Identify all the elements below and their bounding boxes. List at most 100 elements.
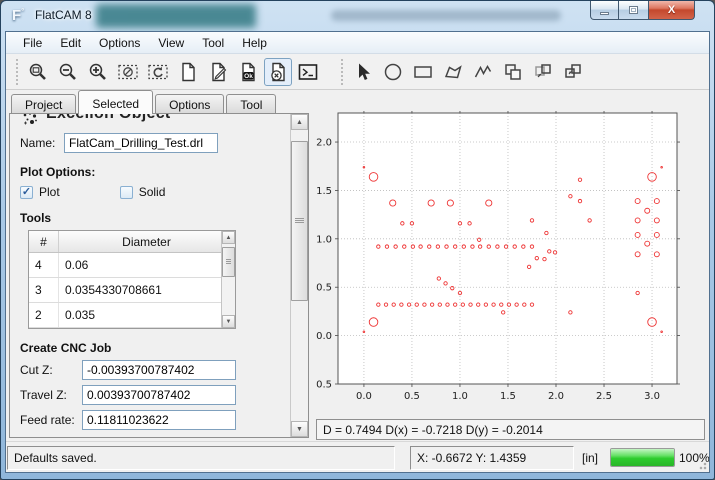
close-icon: X <box>668 4 675 16</box>
toolbar: Ok <box>6 54 709 90</box>
tools-table: # Diameter 4 0.06 3 0.0354330708661 2 0.… <box>28 230 236 329</box>
background-window-blur <box>96 4 256 28</box>
delete-object-button[interactable] <box>264 58 292 86</box>
zoom-fit-icon <box>27 61 49 83</box>
col-header-number[interactable]: # <box>29 231 59 252</box>
polyline-icon <box>472 61 494 83</box>
replot-button[interactable] <box>144 58 172 86</box>
plot-svg[interactable]: 0.00.51.01.52.02.53.0-0.50.00.51.01.52.0 <box>316 111 706 417</box>
app-logo-icon: F° <box>12 7 30 25</box>
open-project-button[interactable] <box>204 58 232 86</box>
zoom-in-button[interactable] <box>84 58 112 86</box>
new-project-button[interactable] <box>174 58 202 86</box>
clear-plot-button[interactable] <box>114 58 142 86</box>
svg-text:0.5: 0.5 <box>404 391 420 402</box>
zoom-in-icon <box>87 61 109 83</box>
solid-checkbox[interactable] <box>120 186 133 199</box>
svg-text:0.0: 0.0 <box>316 331 332 342</box>
col-header-diameter[interactable]: Diameter <box>59 231 235 252</box>
name-label: Name: <box>20 136 64 150</box>
table-row[interactable]: 4 0.06 <box>29 253 235 278</box>
menu-help[interactable]: Help <box>233 33 276 53</box>
scroll-up-icon[interactable]: ▲ <box>222 231 235 244</box>
draw-path-button[interactable] <box>469 58 497 86</box>
scroll-down-icon[interactable]: ▼ <box>291 421 308 437</box>
svg-text:0.5: 0.5 <box>316 283 332 294</box>
close-button[interactable]: X <box>648 1 695 20</box>
feed-rate-input[interactable] <box>82 410 236 430</box>
circle-icon <box>382 61 404 83</box>
plot-options-label: Plot Options: <box>20 165 286 179</box>
document-ok-icon: Ok <box>237 61 259 83</box>
panel-scrollbar-thumb[interactable] <box>291 141 308 301</box>
copy-geometry-button[interactable] <box>529 58 557 86</box>
save-project-button[interactable]: Ok <box>234 58 262 86</box>
plot-checkbox[interactable]: ✓ <box>20 186 33 199</box>
draw-circle-button[interactable] <box>379 58 407 86</box>
feed-rate-label: Feed rate: <box>20 413 82 427</box>
scroll-down-icon[interactable]: ▼ <box>222 315 235 328</box>
tab-tool[interactable]: Tool <box>226 94 276 114</box>
minimize-button[interactable] <box>590 1 619 20</box>
minimize-icon <box>600 12 609 15</box>
draw-rectangle-button[interactable] <box>409 58 437 86</box>
panel-scrollbar[interactable]: ▲ ▼ <box>290 114 308 437</box>
copy-objects-button[interactable] <box>499 58 527 86</box>
zoom-out-button[interactable] <box>54 58 82 86</box>
menu-tool[interactable]: Tool <box>193 33 233 53</box>
toolbar-grip-2[interactable] <box>339 59 344 85</box>
document-delete-icon <box>267 61 289 83</box>
menu-file[interactable]: File <box>14 33 51 53</box>
table-scrollbar-thumb[interactable] <box>222 247 235 277</box>
toolbar-grip[interactable] <box>14 59 19 85</box>
plot-checkbox-label: Plot <box>39 185 60 199</box>
tab-project[interactable]: Project <box>11 94 76 114</box>
svg-text:2.0: 2.0 <box>548 391 564 402</box>
polygon-icon <box>442 61 464 83</box>
excellon-object-form: Excellon Object Name: Plot Options: ✓ Pl… <box>10 114 290 437</box>
solid-checkbox-label: Solid <box>139 185 166 199</box>
cut-z-input[interactable] <box>82 360 236 380</box>
zoom-out-icon <box>57 61 79 83</box>
cell-tool-diameter: 0.0354330708661 <box>59 278 235 302</box>
travel-z-input[interactable] <box>82 385 236 405</box>
tools-table-header[interactable]: # Diameter <box>29 231 235 253</box>
menu-options[interactable]: Options <box>90 33 149 53</box>
table-scrollbar[interactable]: ▲ ▼ <box>221 231 235 328</box>
shell-button[interactable] <box>294 58 322 86</box>
svg-text:2.5: 2.5 <box>596 391 612 402</box>
svg-text:0.0: 0.0 <box>356 391 372 402</box>
title-bar[interactable]: F° FlatCAM 8 X <box>1 1 714 31</box>
restore-button[interactable] <box>619 1 648 20</box>
name-input[interactable] <box>64 133 218 153</box>
window-title: FlatCAM 8 <box>35 8 92 22</box>
copy-excellon-icon <box>562 61 584 83</box>
status-bar: Defaults saved. X: -0.6672 Y: 1.4359 [in… <box>6 441 709 472</box>
pointer-button[interactable] <box>349 58 377 86</box>
new-document-icon <box>177 61 199 83</box>
tab-options[interactable]: Options <box>155 94 224 114</box>
document-pen-icon <box>207 61 229 83</box>
app-window: F° FlatCAM 8 X File Edit Options View To… <box>0 0 715 480</box>
replot-icon <box>147 61 169 83</box>
rectangle-icon <box>412 61 434 83</box>
resize-grip-icon[interactable] <box>696 459 707 470</box>
zoom-fit-button[interactable] <box>24 58 52 86</box>
copy-excellon-button[interactable] <box>559 58 587 86</box>
menu-view[interactable]: View <box>149 33 193 53</box>
excellon-object-icon <box>22 114 38 127</box>
svg-text:-0.5: -0.5 <box>316 380 332 391</box>
status-message: Defaults saved. <box>7 446 395 470</box>
selected-tab-panel: Excellon Object Name: Plot Options: ✓ Pl… <box>9 113 309 438</box>
scroll-up-icon[interactable]: ▲ <box>291 114 308 130</box>
cell-tool-number: 2 <box>29 303 59 327</box>
menu-edit[interactable]: Edit <box>51 33 90 53</box>
draw-polygon-button[interactable] <box>439 58 467 86</box>
tab-selected[interactable]: Selected <box>78 90 153 114</box>
cell-tool-number: 4 <box>29 253 59 277</box>
travel-z-label: Travel Z: <box>20 388 82 402</box>
table-row[interactable]: 2 0.035 <box>29 303 235 328</box>
svg-text:1.0: 1.0 <box>452 391 468 402</box>
cell-tool-number: 3 <box>29 278 59 302</box>
table-row[interactable]: 3 0.0354330708661 <box>29 278 235 303</box>
